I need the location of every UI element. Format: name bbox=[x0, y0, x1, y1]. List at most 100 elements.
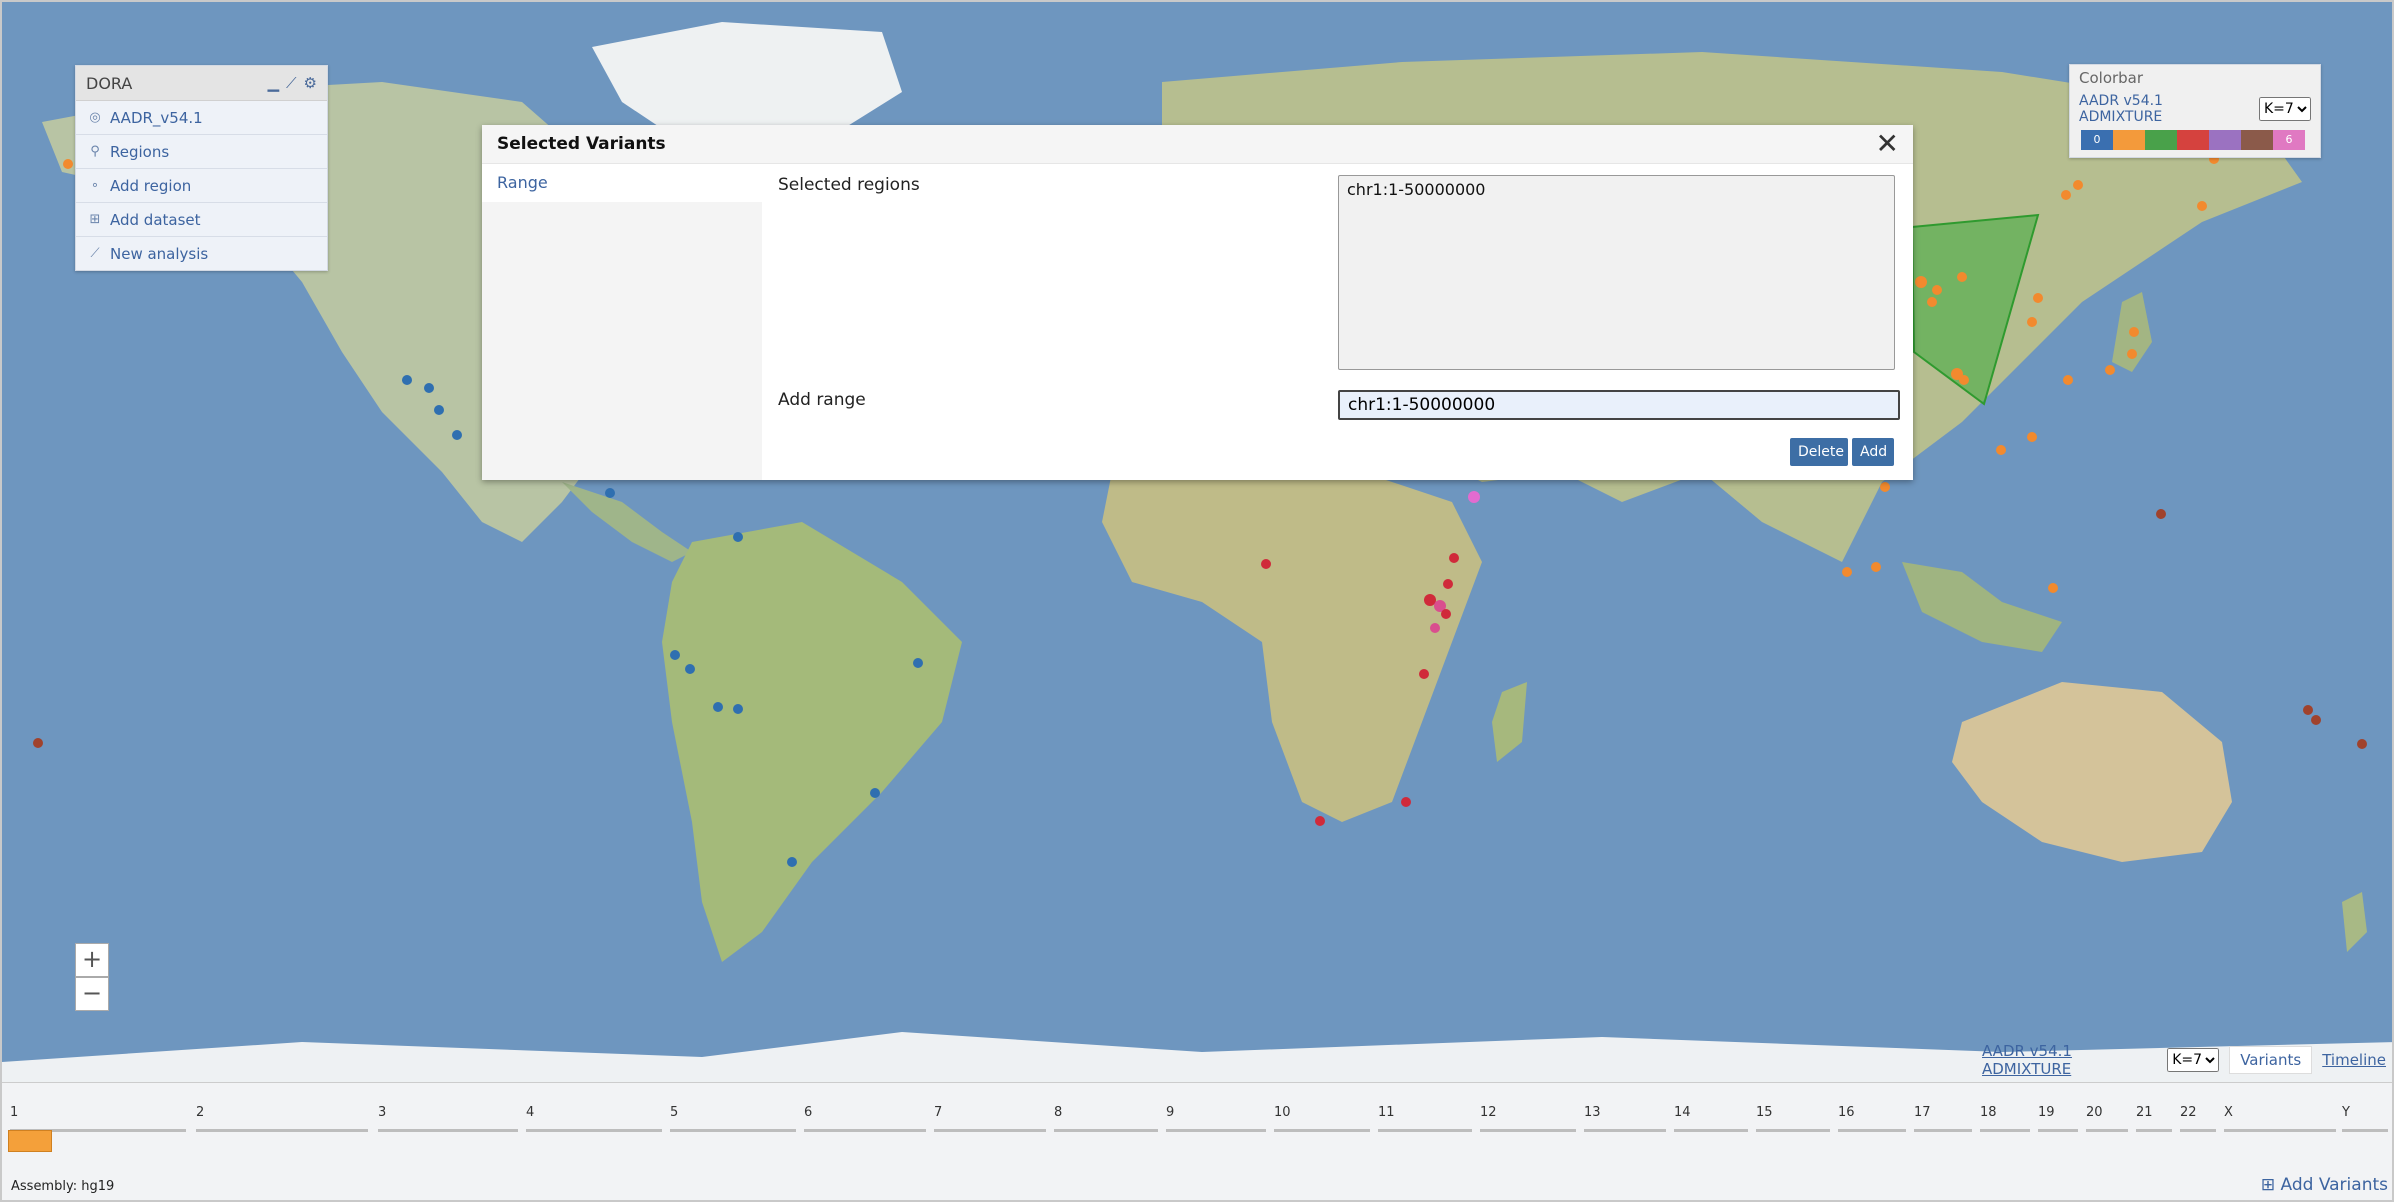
selected-chromosome-region[interactable] bbox=[8, 1130, 52, 1152]
chromosome-21[interactable]: 21 bbox=[2136, 1105, 2172, 1135]
chromosome-bar[interactable] bbox=[804, 1129, 926, 1132]
sample-point[interactable] bbox=[1871, 562, 1881, 572]
selected-regions-textarea[interactable]: chr1:1-50000000 bbox=[1338, 175, 1895, 370]
sample-point[interactable] bbox=[1915, 276, 1927, 288]
chromosome-17[interactable]: 17 bbox=[1914, 1105, 1972, 1135]
sample-point[interactable] bbox=[2127, 349, 2137, 359]
sample-point[interactable] bbox=[2027, 432, 2037, 442]
sample-point[interactable] bbox=[1959, 375, 1969, 385]
tab-timeline[interactable]: Timeline bbox=[2312, 1047, 2392, 1073]
chromosome-19[interactable]: 19 bbox=[2038, 1105, 2078, 1135]
chromosome-4[interactable]: 4 bbox=[526, 1105, 662, 1135]
chromosome-X[interactable]: X bbox=[2224, 1105, 2336, 1135]
sample-point[interactable] bbox=[424, 383, 434, 393]
add-range-input[interactable] bbox=[1338, 390, 1900, 420]
chromosome-14[interactable]: 14 bbox=[1674, 1105, 1748, 1135]
sample-point[interactable] bbox=[2105, 365, 2115, 375]
sample-point[interactable] bbox=[2048, 583, 2058, 593]
tab-range[interactable]: Range bbox=[482, 164, 762, 202]
sample-point[interactable] bbox=[2073, 180, 2083, 190]
chromosome-bar[interactable] bbox=[2342, 1129, 2388, 1132]
chromosome-9[interactable]: 9 bbox=[1166, 1105, 1266, 1135]
sample-point[interactable] bbox=[1443, 579, 1453, 589]
sample-point[interactable] bbox=[2063, 375, 2073, 385]
sample-point[interactable] bbox=[1996, 445, 2006, 455]
sample-point[interactable] bbox=[63, 159, 73, 169]
chromosome-bar[interactable] bbox=[1166, 1129, 1266, 1132]
chromosome-bar[interactable] bbox=[1378, 1129, 1472, 1132]
sample-point[interactable] bbox=[870, 788, 880, 798]
chromosome-8[interactable]: 8 bbox=[1054, 1105, 1158, 1135]
chromosome-bar[interactable] bbox=[934, 1129, 1046, 1132]
chromosome-bar[interactable] bbox=[1480, 1129, 1576, 1132]
sample-point[interactable] bbox=[713, 702, 723, 712]
chromosome-13[interactable]: 13 bbox=[1584, 1105, 1666, 1135]
bottom-k-select[interactable]: K=7 bbox=[2167, 1048, 2220, 1072]
chart-icon[interactable]: ⟋ bbox=[286, 74, 297, 92]
dataset-link[interactable]: AADR v54.1 ADMIXTURE bbox=[1982, 1042, 2159, 1078]
sample-point[interactable] bbox=[1932, 285, 1942, 295]
chromosome-bar[interactable] bbox=[2224, 1129, 2336, 1132]
chromosome-bar[interactable] bbox=[2136, 1129, 2172, 1132]
chromosome-16[interactable]: 16 bbox=[1838, 1105, 1906, 1135]
chromosome-bar[interactable] bbox=[2180, 1129, 2216, 1132]
zoom-out-button[interactable]: − bbox=[75, 977, 109, 1011]
sidebar-item-regions[interactable]: ⚲ Regions bbox=[76, 135, 327, 169]
sample-point[interactable] bbox=[1401, 797, 1411, 807]
sample-point[interactable] bbox=[1449, 553, 1459, 563]
sample-point[interactable] bbox=[2129, 327, 2139, 337]
sidebar-item-add-region[interactable]: ∘ Add region bbox=[76, 169, 327, 203]
sample-point[interactable] bbox=[2027, 317, 2037, 327]
sample-point[interactable] bbox=[670, 650, 680, 660]
chromosome-bar[interactable] bbox=[196, 1129, 368, 1132]
chromosome-7[interactable]: 7 bbox=[934, 1105, 1046, 1135]
chromosome-bar[interactable] bbox=[1274, 1129, 1370, 1132]
sample-point[interactable] bbox=[434, 405, 444, 415]
minimize-icon[interactable]: ▁ bbox=[267, 74, 279, 92]
chromosome-18[interactable]: 18 bbox=[1980, 1105, 2030, 1135]
sample-point[interactable] bbox=[787, 857, 797, 867]
chromosome-bar[interactable] bbox=[378, 1129, 518, 1132]
chromosome-bar[interactable] bbox=[670, 1129, 796, 1132]
chromosome-11[interactable]: 11 bbox=[1378, 1105, 1472, 1135]
add-button[interactable]: Add bbox=[1852, 438, 1894, 466]
add-variants-button[interactable]: ⊞ Add Variants bbox=[2261, 1175, 2388, 1195]
chromosome-bar[interactable] bbox=[1584, 1129, 1666, 1132]
zoom-in-button[interactable]: + bbox=[75, 943, 109, 977]
sample-point[interactable] bbox=[1957, 272, 1967, 282]
chromosome-bar[interactable] bbox=[1914, 1129, 1972, 1132]
chromosome-20[interactable]: 20 bbox=[2086, 1105, 2128, 1135]
chromosome-10[interactable]: 10 bbox=[1274, 1105, 1370, 1135]
chromosome-bar[interactable] bbox=[526, 1129, 662, 1132]
sample-point[interactable] bbox=[1880, 482, 1890, 492]
sample-point[interactable] bbox=[1468, 491, 1480, 503]
sample-point[interactable] bbox=[685, 664, 695, 674]
chromosome-bar[interactable] bbox=[2086, 1129, 2128, 1132]
sample-point[interactable] bbox=[2156, 509, 2166, 519]
sample-point[interactable] bbox=[605, 488, 615, 498]
sample-point[interactable] bbox=[2357, 739, 2367, 749]
chromosome-bar[interactable] bbox=[1838, 1129, 1906, 1132]
chromosome-6[interactable]: 6 bbox=[804, 1105, 926, 1135]
sample-point[interactable] bbox=[402, 375, 412, 385]
chromosome-bar[interactable] bbox=[1674, 1129, 1748, 1132]
chromosome-12[interactable]: 12 bbox=[1480, 1105, 1576, 1135]
sample-point[interactable] bbox=[1315, 816, 1325, 826]
sample-point[interactable] bbox=[733, 532, 743, 542]
chromosome-bar[interactable] bbox=[2038, 1129, 2078, 1132]
delete-button[interactable]: Delete bbox=[1790, 438, 1848, 466]
sample-point[interactable] bbox=[1419, 669, 1429, 679]
sample-point[interactable] bbox=[1430, 623, 1440, 633]
sample-point[interactable] bbox=[913, 658, 923, 668]
chromosome-Y[interactable]: Y bbox=[2342, 1105, 2388, 1135]
sample-point[interactable] bbox=[33, 738, 43, 748]
gear-icon[interactable]: ⚙ bbox=[304, 74, 317, 92]
sample-point[interactable] bbox=[2197, 201, 2207, 211]
sample-point[interactable] bbox=[2303, 705, 2313, 715]
colorbar-k-select[interactable]: K=7 bbox=[2259, 97, 2311, 121]
chromosome-bar[interactable] bbox=[1980, 1129, 2030, 1132]
sample-point[interactable] bbox=[2311, 715, 2321, 725]
chromosome-3[interactable]: 3 bbox=[378, 1105, 518, 1135]
tab-variants[interactable]: Variants bbox=[2229, 1046, 2313, 1074]
sample-point[interactable] bbox=[2061, 190, 2071, 200]
